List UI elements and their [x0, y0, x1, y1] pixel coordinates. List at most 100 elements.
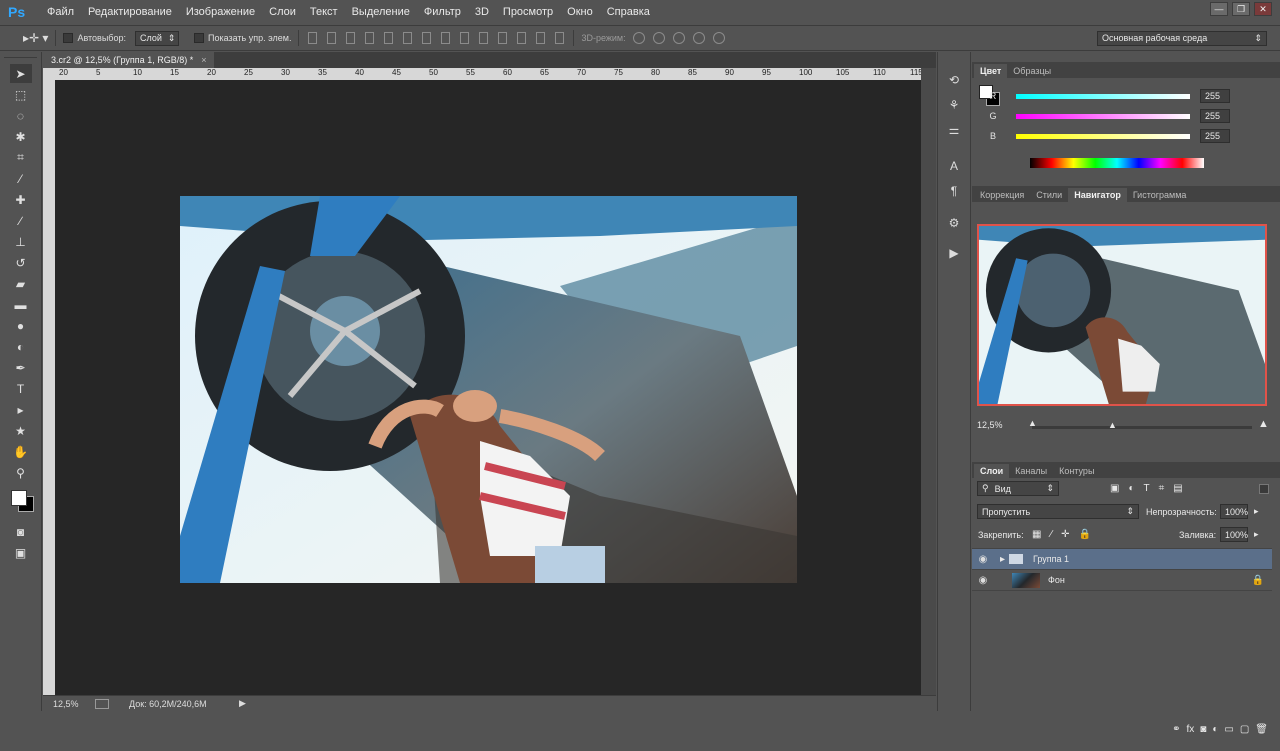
- document-tab[interactable]: 3.cr2 @ 12,5% (Группа 1, RGB/8) * ×: [43, 52, 215, 68]
- zoom-in-icon[interactable]: ▲: [1258, 418, 1269, 430]
- menu-item-9[interactable]: Окно: [560, 6, 600, 18]
- navigator-zoom-value[interactable]: 12,5%: [977, 420, 1003, 430]
- quick-mask-icon[interactable]: ◙: [10, 522, 32, 541]
- opacity-dropdown-arrow-icon[interactable]: ▸: [1254, 506, 1259, 517]
- align-icon[interactable]: [441, 32, 451, 44]
- channel-value[interactable]: 255: [1200, 129, 1230, 143]
- menu-item-3[interactable]: Слои: [262, 6, 303, 18]
- brush-settings-icon[interactable]: ⚘: [944, 95, 964, 115]
- tab-navigator[interactable]: Навигатор: [1068, 188, 1127, 202]
- align-icon[interactable]: [460, 32, 470, 44]
- channel-value[interactable]: 255: [1200, 109, 1230, 123]
- type-tool-icon[interactable]: T: [10, 379, 32, 398]
- align-icon[interactable]: [346, 32, 356, 44]
- lock-pixels-icon[interactable]: ∕: [1050, 529, 1052, 540]
- type-filter-icon[interactable]: T: [1144, 483, 1150, 494]
- dodge-tool-icon[interactable]: ◐: [10, 337, 32, 356]
- channel-value[interactable]: 255: [1200, 89, 1230, 103]
- menu-item-6[interactable]: Фильтр: [417, 6, 468, 18]
- canvas-area[interactable]: [55, 80, 921, 695]
- smart-filter-icon[interactable]: ▤: [1173, 483, 1182, 494]
- show-controls-checkbox[interactable]: Показать упр. элем.: [191, 30, 294, 46]
- slide-3d-icon[interactable]: [692, 32, 705, 44]
- delete-layer-icon[interactable]: 🗑: [1255, 724, 1268, 742]
- align-icon[interactable]: [327, 32, 337, 44]
- layer-name[interactable]: Группа 1: [1033, 554, 1069, 564]
- add-mask-icon[interactable]: ◙: [1200, 724, 1206, 742]
- fx-icon[interactable]: fx: [1187, 724, 1195, 742]
- healing-tool-icon[interactable]: ✚: [10, 190, 32, 209]
- screen-mode-icon[interactable]: ▣: [10, 543, 32, 562]
- stamp-tool-icon[interactable]: ⊥: [10, 232, 32, 251]
- status-menu-arrow-icon[interactable]: ▶: [239, 698, 246, 709]
- tab-channels[interactable]: Каналы: [1009, 464, 1053, 478]
- new-adjustment-icon[interactable]: ◐: [1212, 724, 1218, 742]
- restore-button[interactable]: ❐: [1232, 2, 1250, 16]
- tab-styles[interactable]: Стили: [1030, 188, 1068, 202]
- navigator-zoom-slider[interactable]: [1032, 426, 1252, 429]
- workspace-dropdown[interactable]: Основная рабочая среда ⇕: [1097, 30, 1267, 46]
- play-actions-icon[interactable]: ▶: [944, 243, 964, 263]
- pan-3d-icon[interactable]: [672, 32, 685, 44]
- color-spectrum-bar[interactable]: [1030, 158, 1204, 168]
- align-icon[interactable]: [555, 32, 565, 44]
- channel-slider[interactable]: [1016, 93, 1190, 99]
- menu-item-1[interactable]: Редактирование: [81, 6, 179, 18]
- eraser-tool-icon[interactable]: ▰: [10, 274, 32, 293]
- paragraph-icon[interactable]: ¶: [944, 181, 964, 201]
- zoom-level[interactable]: 12,5%: [53, 699, 87, 709]
- align-icon[interactable]: [422, 32, 432, 44]
- layer-filter-kind[interactable]: ⚲ Вид ⇕: [977, 481, 1059, 496]
- lock-icons[interactable]: ▦ ∕ ✛ 🔒: [1032, 529, 1091, 540]
- tab-adjustments[interactable]: Коррекция: [974, 188, 1030, 202]
- channel-slider[interactable]: [1016, 133, 1190, 139]
- layer-name[interactable]: Фон: [1048, 575, 1065, 585]
- channel-slider[interactable]: [1016, 113, 1190, 119]
- brush-tool-icon[interactable]: ∕: [10, 211, 32, 230]
- layer-row[interactable]: ◉ Фон 🔒: [972, 570, 1272, 591]
- align-icon[interactable]: [384, 32, 394, 44]
- tab-layers[interactable]: Слои: [974, 464, 1010, 478]
- zoom-slider-thumb[interactable]: ▲: [1108, 420, 1117, 430]
- lock-transparent-icon[interactable]: ▦: [1032, 529, 1041, 540]
- tab-color[interactable]: Цвет: [974, 64, 1008, 78]
- align-icon[interactable]: [536, 32, 546, 44]
- move-tool-icon[interactable]: ➤: [9, 64, 32, 83]
- close-icon[interactable]: ×: [201, 55, 206, 65]
- align-icon[interactable]: [365, 32, 375, 44]
- status-options-icon[interactable]: [95, 698, 109, 709]
- lock-all-icon[interactable]: 🔒: [1079, 529, 1091, 540]
- menu-item-10[interactable]: Справка: [600, 6, 657, 18]
- history-brush-tool-icon[interactable]: ↺: [10, 253, 32, 272]
- tab-swatches[interactable]: Образцы: [1007, 64, 1057, 78]
- history-icon[interactable]: ⟲: [944, 70, 964, 90]
- align-icon[interactable]: [479, 32, 489, 44]
- align-icon[interactable]: [517, 32, 527, 44]
- layer-row[interactable]: ◉ ▸ Группа 1: [972, 549, 1272, 570]
- visibility-eye-icon[interactable]: ◉: [972, 554, 994, 565]
- fill-dropdown-arrow-icon[interactable]: ▸: [1254, 529, 1259, 540]
- align-icon[interactable]: [498, 32, 508, 44]
- fill-input[interactable]: 100%: [1220, 527, 1248, 542]
- minimize-button[interactable]: —: [1210, 2, 1228, 16]
- opacity-input[interactable]: 100%: [1220, 504, 1248, 519]
- new-group-icon[interactable]: ▭: [1224, 724, 1233, 742]
- shape-tool-icon[interactable]: ★: [10, 421, 32, 440]
- menu-item-5[interactable]: Выделение: [345, 6, 417, 18]
- lasso-tool-icon[interactable]: ◌: [10, 106, 32, 125]
- marquee-tool-icon[interactable]: ⬚: [10, 85, 32, 104]
- expand-arrow-icon[interactable]: ▸: [1000, 554, 1005, 565]
- lock-position-icon[interactable]: ✛: [1061, 529, 1069, 540]
- autoselect-dropdown[interactable]: Слой ⇕: [134, 30, 179, 46]
- document-image[interactable]: [180, 196, 797, 583]
- pen-tool-icon[interactable]: ✒: [10, 358, 32, 377]
- menu-item-8[interactable]: Просмотр: [496, 6, 560, 18]
- layer-filter-icons[interactable]: ▣ ◐ T ⌗ ▤: [1110, 483, 1183, 494]
- menu-item-0[interactable]: Файл: [40, 6, 81, 18]
- tab-histogram[interactable]: Гистограмма: [1127, 188, 1193, 202]
- image-filter-icon[interactable]: ▣: [1110, 483, 1119, 494]
- zoom-tool-icon[interactable]: ⚲: [10, 463, 32, 482]
- move-tool-preset[interactable]: ▸✛ ▾: [20, 30, 51, 46]
- blur-tool-icon[interactable]: ●: [10, 316, 32, 335]
- menu-item-4[interactable]: Текст: [303, 6, 345, 18]
